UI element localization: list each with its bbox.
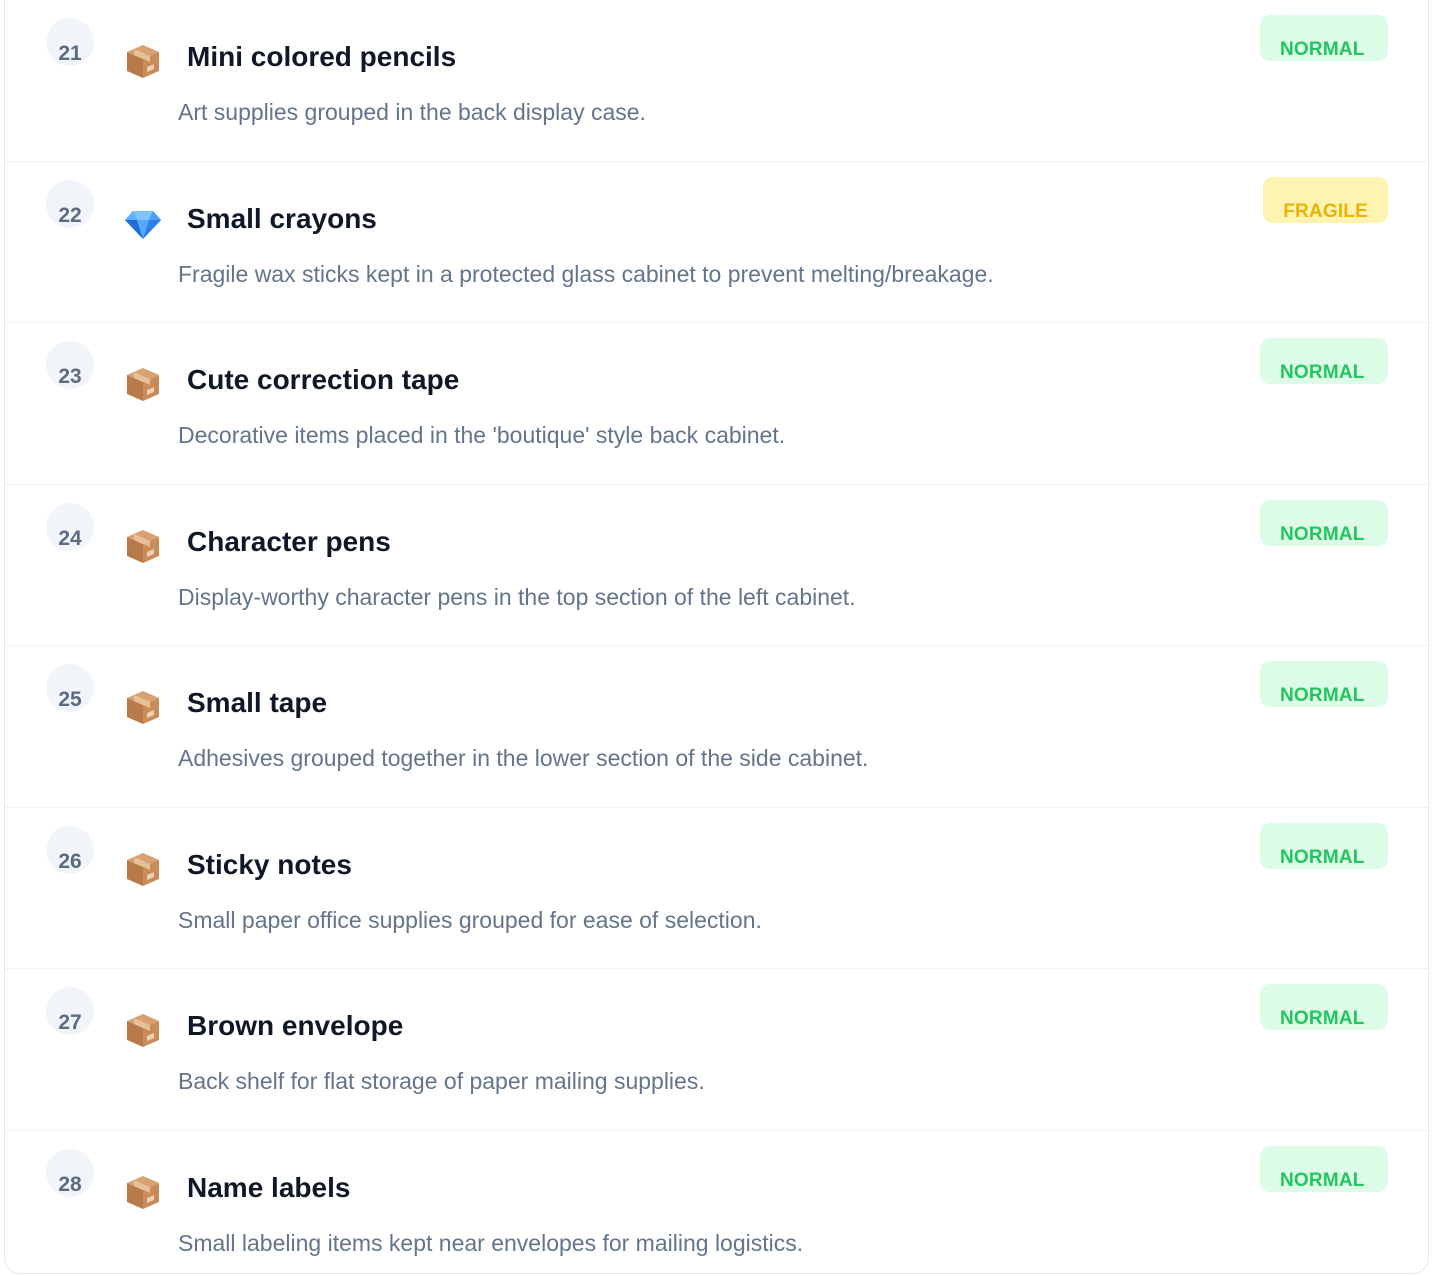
item-description: Small paper office supplies grouped for … — [178, 906, 762, 933]
item-description: Back shelf for flat storage of paper mai… — [178, 1068, 705, 1094]
status-badge: NORMAL — [1260, 499, 1388, 546]
box-icon — [123, 849, 163, 889]
item-number: 24 — [58, 526, 82, 550]
item-number: 25 — [58, 688, 82, 711]
status-badge: NORMAL — [1260, 338, 1388, 384]
item-title: Small tape — [187, 687, 328, 718]
item-description: Display-worthy character pens in the top… — [178, 583, 856, 610]
item-title: Mini colored pencils — [187, 41, 457, 72]
item-title: Character pens — [187, 525, 391, 557]
item-description: Decorative items placed in the 'boutique… — [178, 422, 786, 448]
item-description: Art supplies grouped in the back display… — [178, 99, 646, 125]
item-title: Sticky notes — [187, 848, 352, 880]
list-item[interactable]: 27 Brown envelope Back shelf for flat st… — [5, 969, 1428, 1131]
item-number: 22 — [58, 203, 82, 227]
item-title: Small crayons — [187, 202, 377, 234]
item-title: Cute correction tape — [187, 364, 460, 395]
gem-icon — [123, 203, 163, 243]
list-item[interactable]: 24 Character pens Display-worthy charact… — [5, 485, 1428, 646]
item-description: Adhesives grouped together in the lower … — [178, 745, 869, 771]
box-icon — [123, 1010, 163, 1050]
item-list: 21 Mini colored pencils Art supplies gro… — [4, 0, 1429, 1274]
item-description: Small labeling items kept near envelopes… — [178, 1229, 804, 1256]
item-number: 26 — [58, 849, 82, 873]
list-item[interactable]: 26 Sticky notes Small paper office suppl… — [5, 808, 1428, 969]
list-item[interactable]: 25 Small tape Adhesives grouped together… — [5, 646, 1428, 808]
box-icon — [123, 364, 163, 404]
list-item[interactable]: 23 Cute correction tape Decorative items… — [5, 323, 1428, 485]
item-title: Brown envelope — [187, 1010, 404, 1041]
status-badge: FRAGILE — [1263, 176, 1388, 223]
item-number: 28 — [58, 1172, 82, 1196]
box-icon — [123, 1172, 163, 1212]
item-title: Name labels — [187, 1171, 351, 1203]
box-icon — [123, 526, 163, 566]
status-badge: NORMAL — [1260, 15, 1388, 61]
item-number: 27 — [58, 1011, 82, 1034]
box-icon — [123, 687, 163, 727]
list-item[interactable]: 22 Small crayons Fragile wax sticks kept… — [5, 162, 1428, 323]
item-number: 23 — [58, 365, 82, 388]
item-number: 21 — [58, 42, 82, 65]
status-badge: NORMAL — [1260, 984, 1388, 1030]
list-item[interactable]: 21 Mini colored pencils Art supplies gro… — [5, 0, 1428, 162]
item-description: Fragile wax sticks kept in a protected g… — [178, 260, 994, 287]
list-item[interactable]: 28 Name labels Small labeling items kept… — [5, 1131, 1428, 1274]
box-icon — [123, 41, 163, 81]
status-badge: NORMAL — [1260, 1145, 1388, 1192]
status-badge: NORMAL — [1260, 822, 1388, 869]
status-badge: NORMAL — [1260, 661, 1388, 707]
